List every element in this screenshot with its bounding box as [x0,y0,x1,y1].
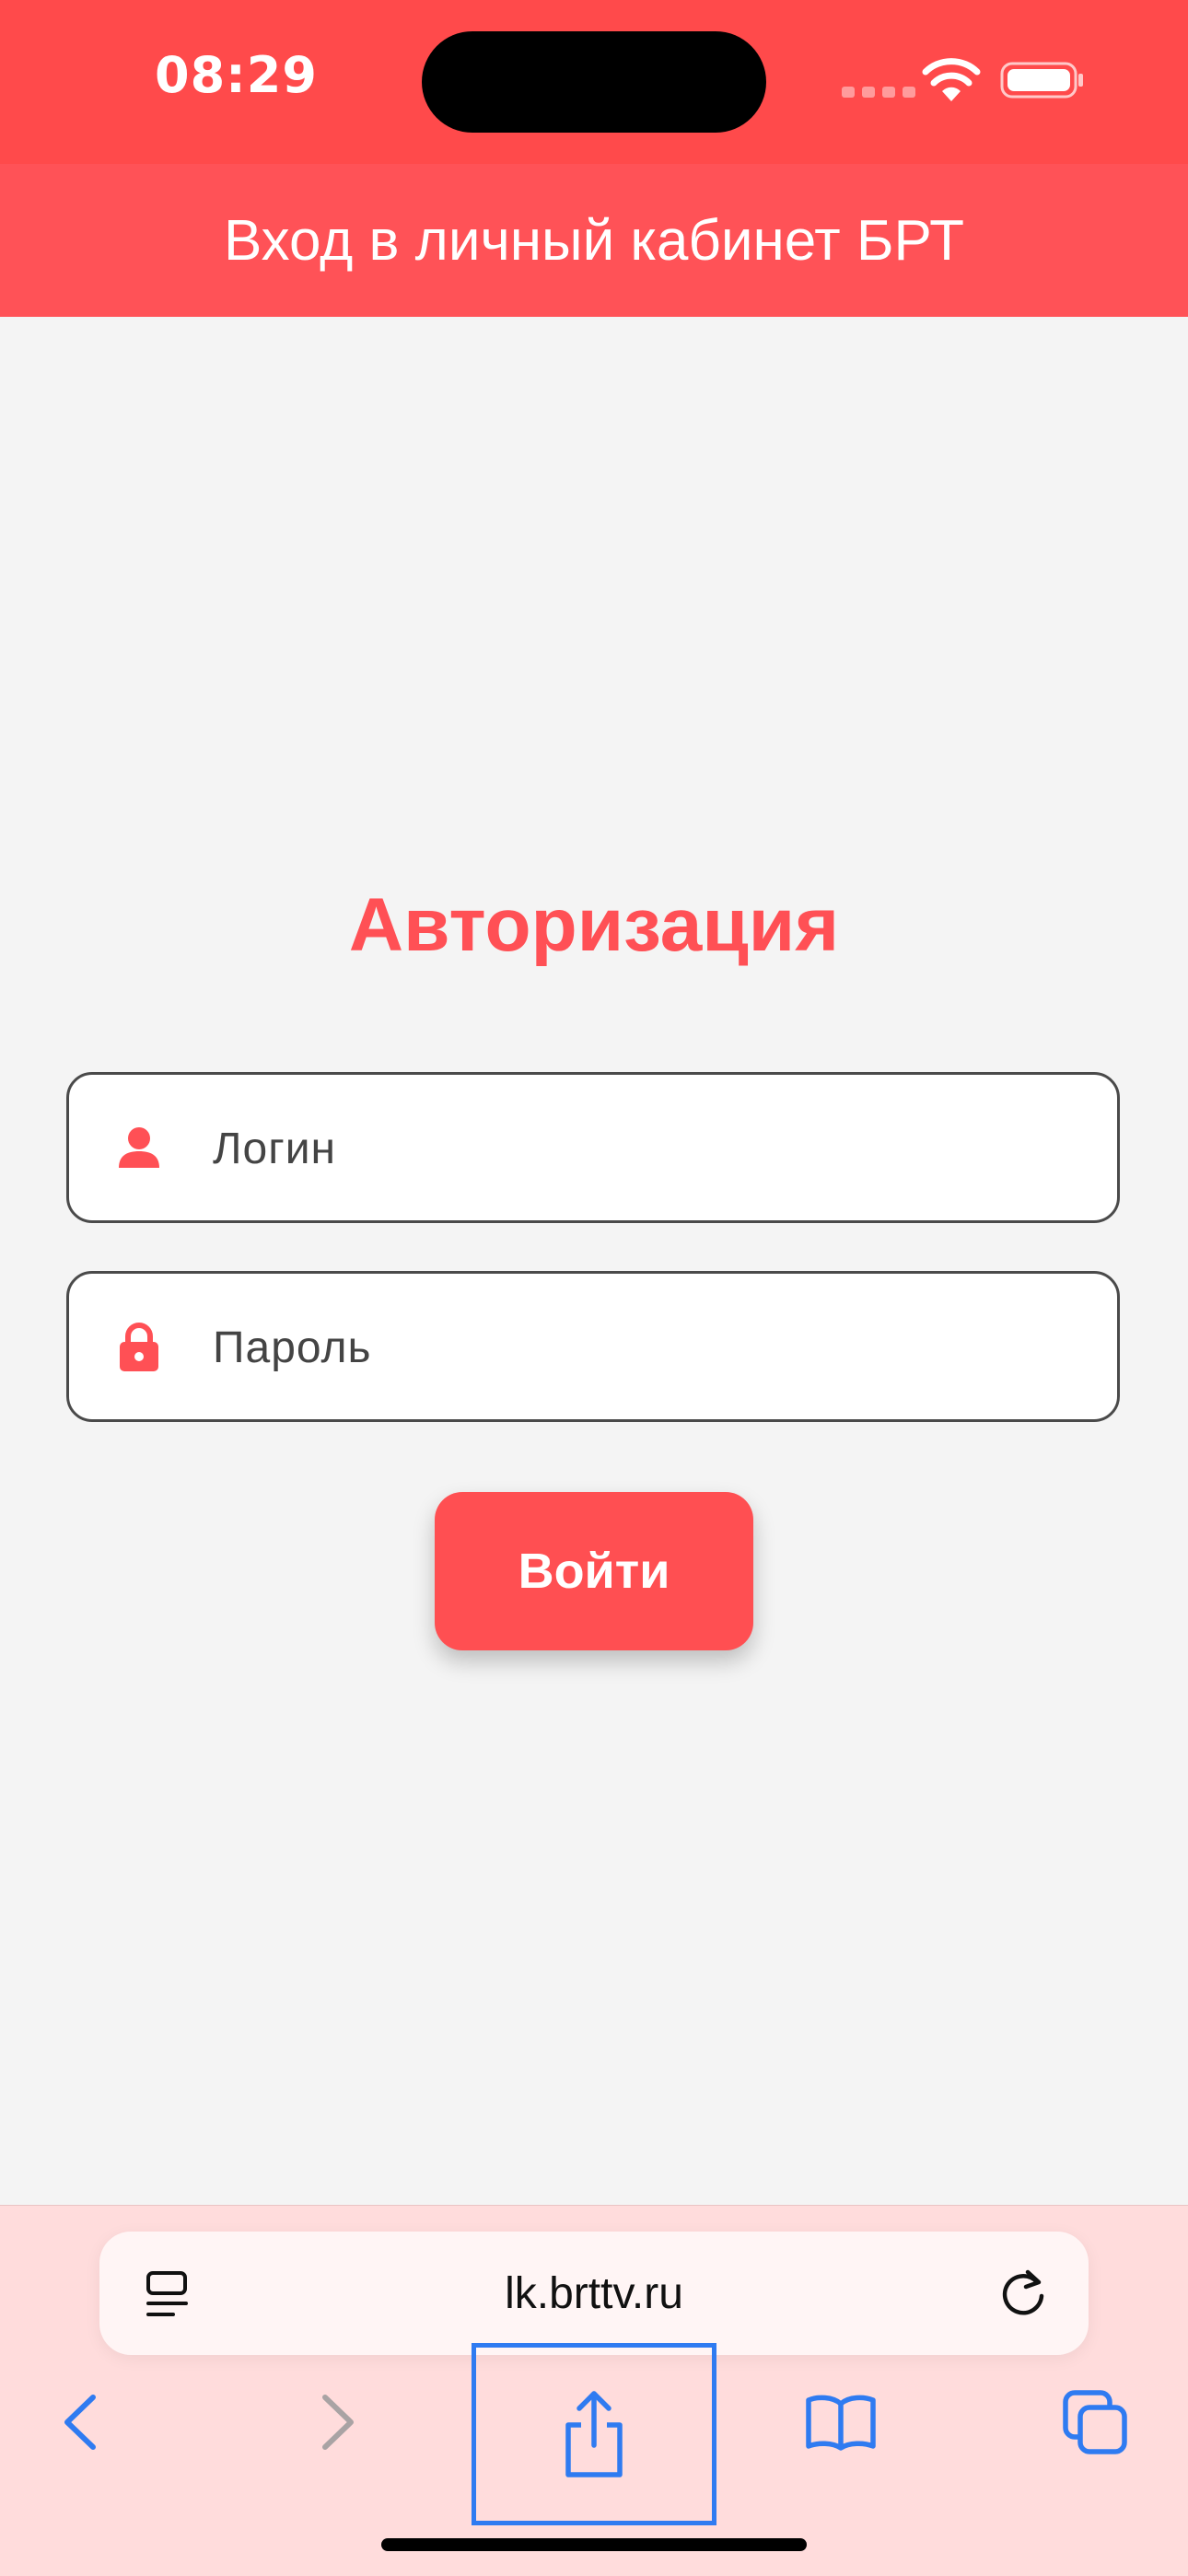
chevron-right-icon [322,2395,354,2450]
login-input[interactable] [211,1075,1089,1222]
book-icon [806,2395,876,2451]
battery-icon [1000,62,1083,99]
status-bar: 08:29 [0,0,1188,164]
share-icon [565,2391,623,2477]
app-header: Вход в личный кабинет БРТ [0,164,1188,317]
forward-button[interactable] [304,2376,372,2468]
status-time: 08:29 [155,46,318,104]
chevron-left-icon [64,2395,96,2450]
signal-dots-icon [842,87,915,98]
wifi-icon [922,58,981,101]
home-indicator [381,2538,807,2551]
auth-title: Авторизация [348,883,840,967]
person-icon [119,1127,159,1168]
tabs-icon [1063,2390,1127,2454]
share-button[interactable] [472,2343,716,2525]
address-bar[interactable]: lk.brttv.ru [99,2232,1089,2355]
login-button[interactable]: Войти [435,1492,753,1650]
bookmarks-button[interactable] [799,2376,882,2468]
password-input[interactable] [211,1274,1089,1421]
lock-icon [120,1323,158,1371]
password-field[interactable] [66,1271,1120,1422]
login-field[interactable] [66,1072,1120,1223]
tabs-button[interactable] [1054,2376,1136,2468]
reload-icon[interactable] [996,2267,1050,2320]
page-title: Вход в личный кабинет БРТ [224,208,964,273]
url-text[interactable]: lk.brttv.ru [99,2232,1089,2355]
dynamic-island [422,31,766,133]
back-button[interactable] [46,2376,114,2468]
